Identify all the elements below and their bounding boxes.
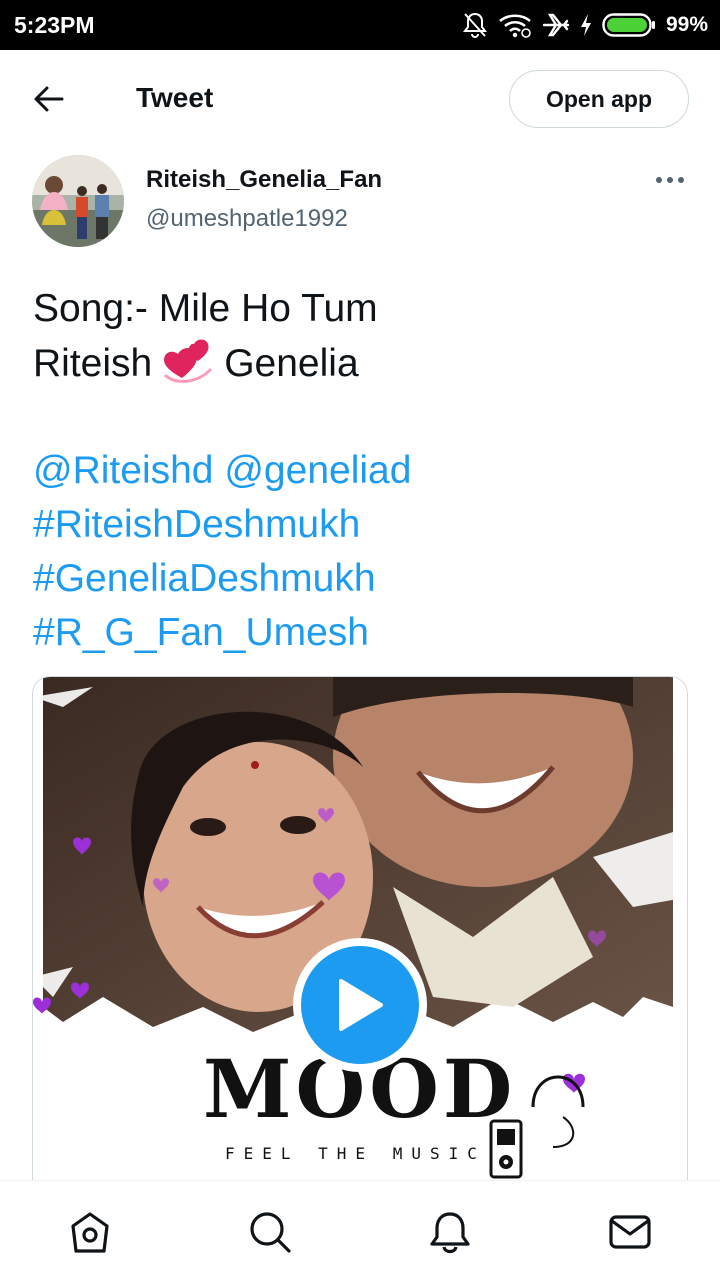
back-button[interactable] — [28, 78, 70, 120]
status-time: 5:23PM — [14, 12, 95, 38]
tweet-line: @Riteishd @geneliad — [33, 444, 693, 498]
more-button[interactable] — [652, 166, 688, 194]
messages-icon — [609, 1215, 651, 1249]
bottom-nav — [0, 1180, 720, 1280]
tweet-line: #R_G_Fan_Umesh — [33, 606, 693, 660]
video-thumbnail[interactable]: MOOD FEEL THE MUSIC — [32, 676, 688, 1196]
play-button-circle — [301, 946, 419, 1064]
hashtag-link[interactable]: #GeneliaDeshmukh — [33, 557, 376, 600]
wifi-icon — [499, 14, 531, 38]
tweet-text: Song:- Mile Ho Tum Riteish Genelia @Rite… — [33, 282, 693, 660]
mention-link[interactable]: @Riteishd — [33, 449, 214, 492]
author-handle[interactable]: @umeshpatle1992 — [146, 205, 348, 233]
tweet-word: Riteish — [33, 342, 153, 385]
more-horizontal-icon — [656, 177, 684, 183]
notifications-icon — [430, 1212, 470, 1254]
mood-subtitle: FEEL THE MUSIC — [225, 1144, 486, 1163]
play-button[interactable] — [293, 938, 427, 1072]
avatar[interactable] — [32, 155, 124, 247]
hashtag-link[interactable]: #RiteishDeshmukh — [33, 503, 360, 546]
battery-percent: 99% — [665, 13, 708, 36]
mention-link[interactable]: @geneliad — [224, 449, 411, 492]
nav-messages[interactable] — [605, 1207, 655, 1257]
tweet-word: Genelia — [224, 342, 359, 385]
page-title: Tweet — [136, 82, 214, 113]
video-frame: MOOD FEEL THE MUSIC — [33, 677, 687, 1195]
avatar-photo — [32, 155, 124, 247]
tweet-line: Song:- Mile Ho Tum — [33, 287, 378, 330]
nav-search[interactable] — [245, 1207, 295, 1257]
search-icon — [250, 1212, 291, 1253]
airplane-icon — [542, 13, 570, 37]
charging-icon — [580, 14, 591, 36]
home-icon — [71, 1212, 109, 1253]
two-hearts-emoji — [164, 339, 212, 383]
tweet-line: Riteish Genelia — [33, 336, 693, 390]
nav-home[interactable] — [65, 1207, 115, 1257]
tweet-header: Tweet Open app — [0, 50, 720, 148]
tweet-spacer — [33, 390, 693, 444]
bell-muted-icon — [462, 12, 487, 38]
status-bar: 5:23PM 99% — [0, 0, 720, 50]
open-app-button[interactable]: Open app — [509, 70, 689, 128]
author-name[interactable]: Riteish_Genelia_Fan — [146, 166, 382, 194]
tweet-line: #RiteishDeshmukh — [33, 498, 693, 552]
arrow-left-icon — [34, 86, 64, 112]
hashtag-link[interactable]: #R_G_Fan_Umesh — [33, 611, 369, 654]
tweet-line: #GeneliaDeshmukh — [33, 552, 693, 606]
nav-notifications[interactable] — [425, 1207, 475, 1257]
status-icons: 99% — [462, 9, 708, 41]
battery-icon — [602, 13, 655, 37]
play-icon — [339, 979, 383, 1031]
